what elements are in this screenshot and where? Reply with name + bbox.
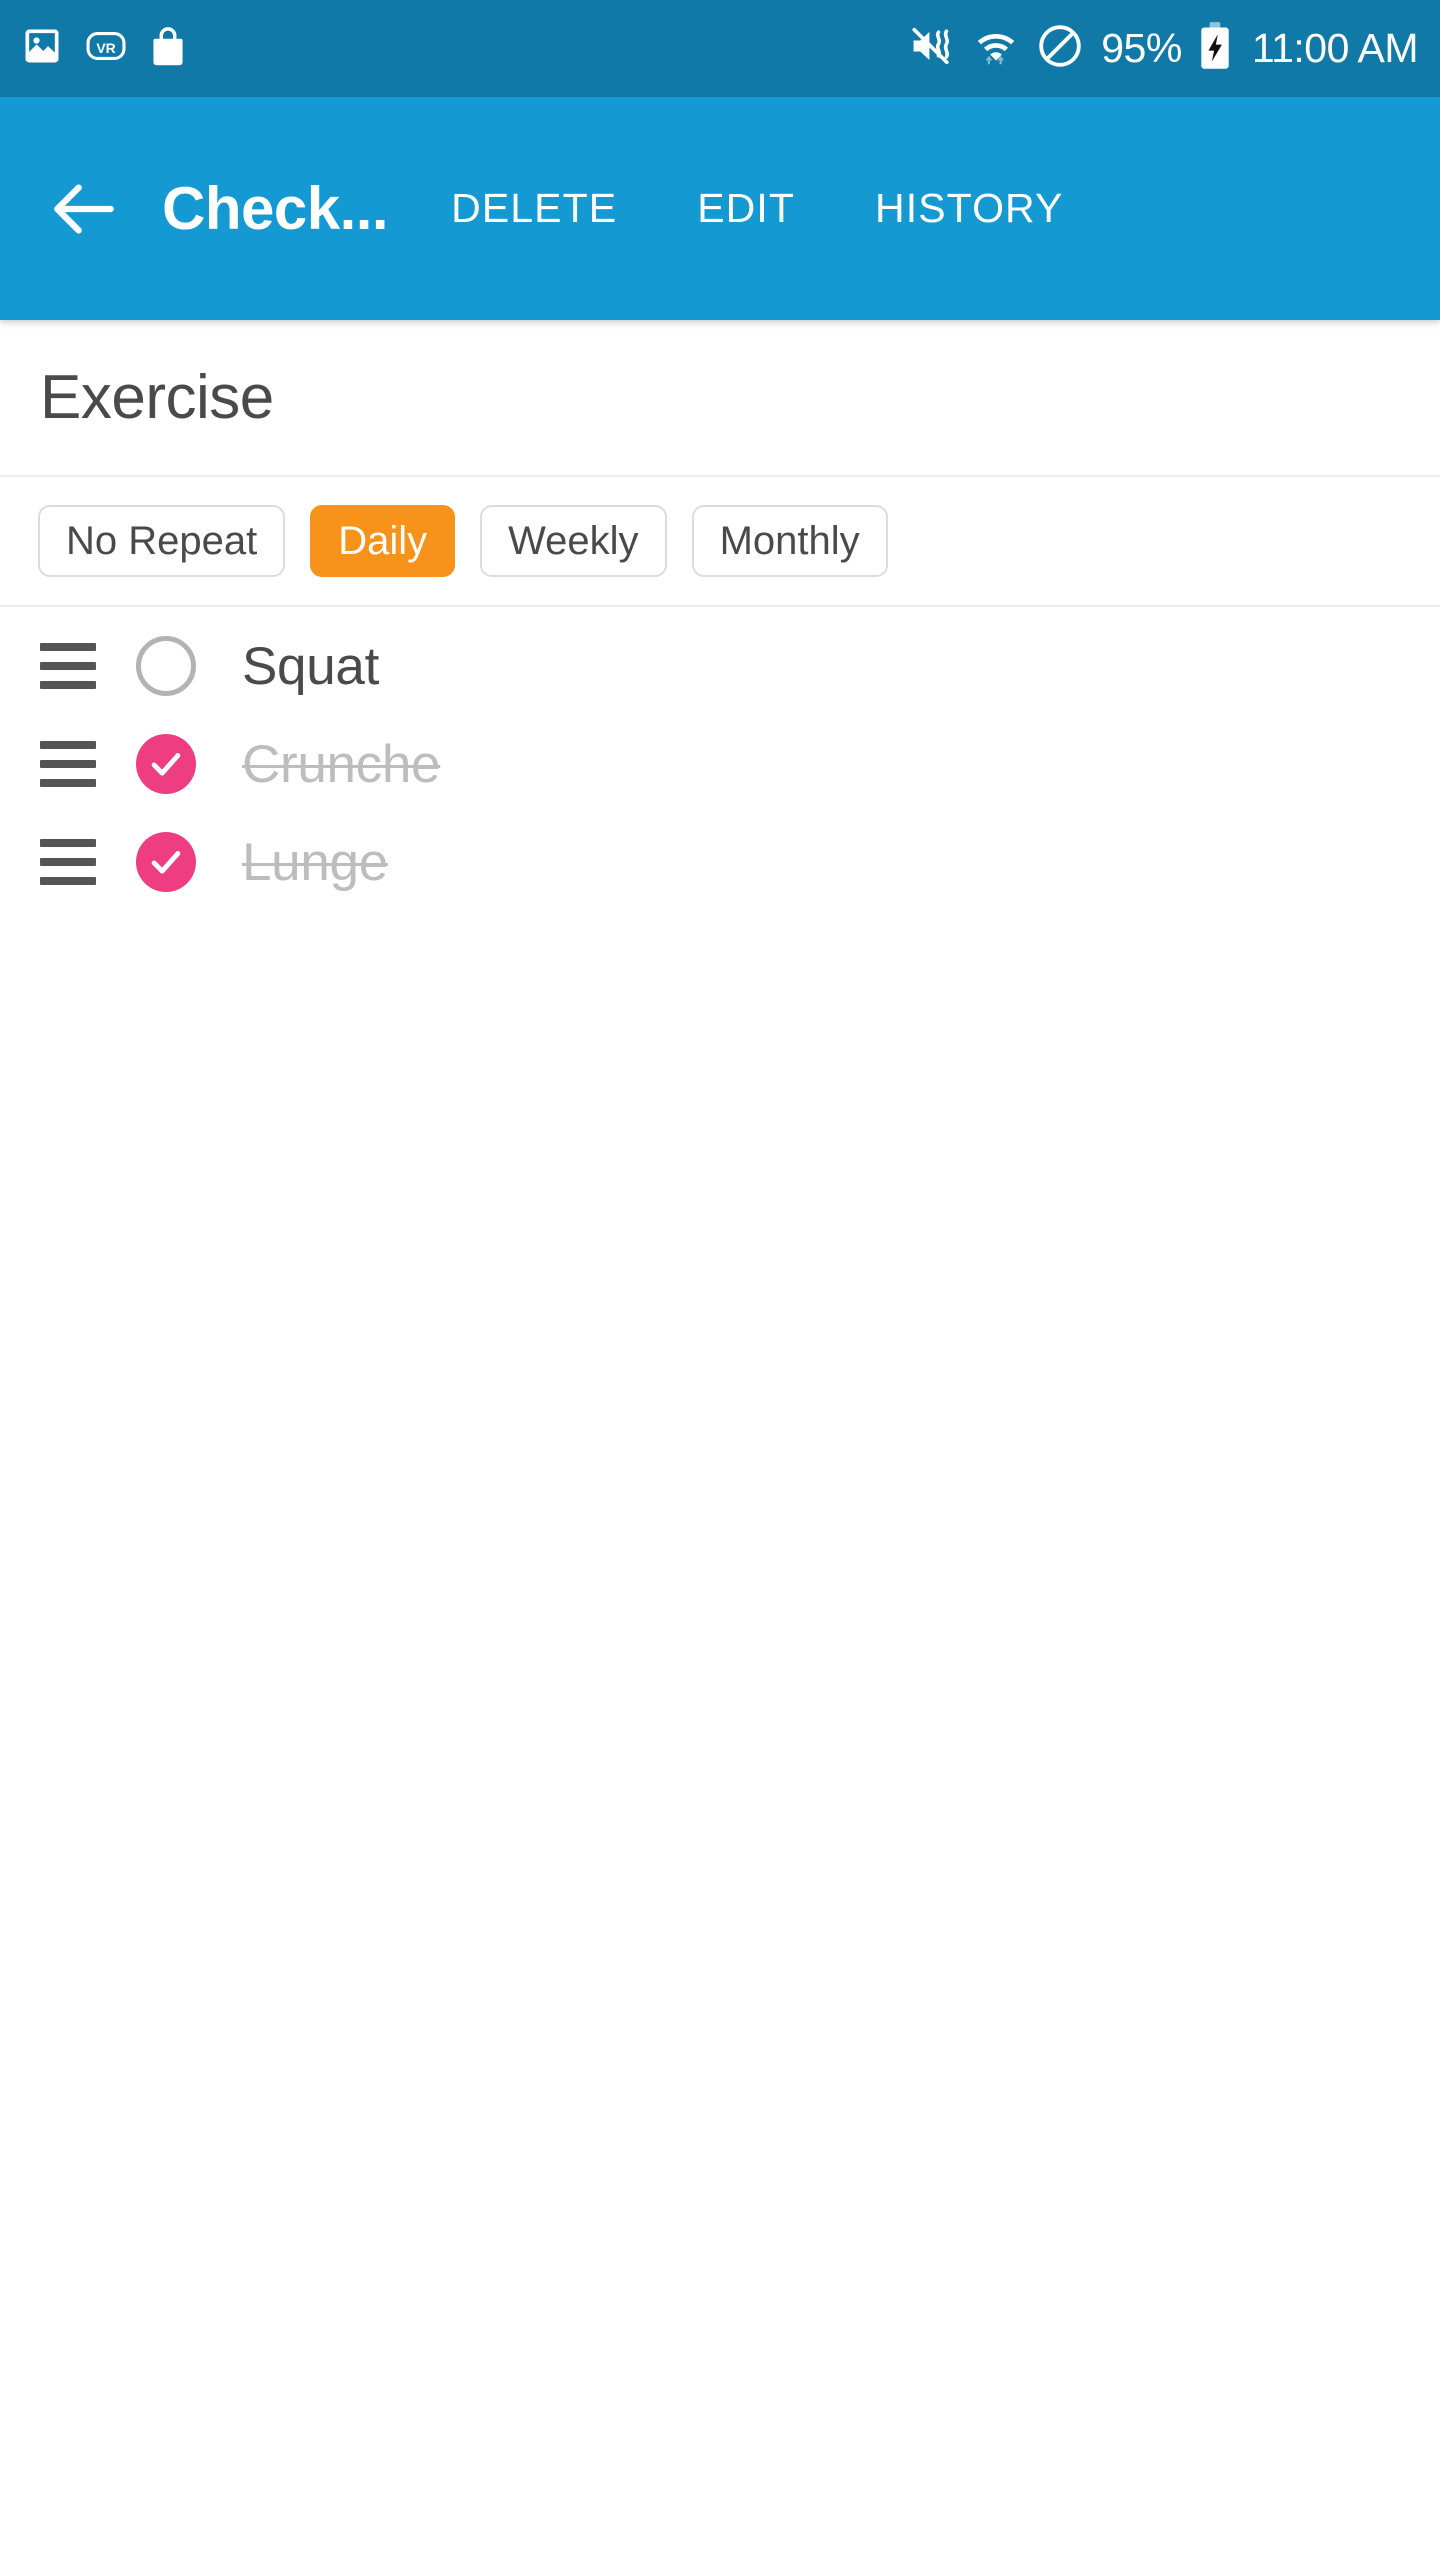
chip-monthly[interactable]: Monthly [691, 505, 888, 577]
check-icon [151, 752, 181, 776]
list-item[interactable]: Crunche [0, 715, 1440, 813]
list-item-label: Squat [242, 636, 380, 696]
back-button[interactable] [36, 161, 132, 257]
status-bar-right-icons: 95% 11:00 AM [908, 21, 1419, 76]
battery-percent-label: 95% [1101, 25, 1182, 71]
delete-button[interactable]: DELETE [438, 165, 630, 252]
app-bar: Check... DELETE EDIT HISTORY [0, 97, 1440, 320]
list-item-label: Crunche [242, 734, 441, 794]
do-not-disturb-icon [1036, 22, 1084, 75]
vr-icon: VR [84, 24, 128, 73]
battery-charging-icon [1199, 21, 1231, 76]
section-title: Exercise [40, 363, 274, 432]
arrow-left-icon [54, 184, 114, 233]
drag-handle-icon[interactable] [40, 741, 96, 787]
checklist: Squat Crunche Lunge [0, 607, 1440, 911]
chip-no-repeat[interactable]: No Repeat [38, 505, 286, 577]
svg-text:VR: VR [96, 40, 115, 56]
status-bar: VR 95% 11:00 AM [0, 0, 1440, 97]
edit-button[interactable]: EDIT [684, 165, 808, 252]
repeat-chips-row: No Repeat Daily Weekly Monthly [0, 477, 1440, 607]
page-title: Check... [162, 175, 389, 242]
drag-handle-icon[interactable] [40, 839, 96, 885]
chip-weekly[interactable]: Weekly [480, 505, 667, 577]
checkbox-checked[interactable] [136, 734, 196, 794]
list-item-label: Lunge [242, 832, 388, 892]
section-title-row: Exercise [0, 320, 1440, 477]
drag-handle-icon[interactable] [40, 643, 96, 689]
check-icon [151, 850, 181, 874]
shopping-bag-icon [148, 24, 188, 73]
history-button[interactable]: HISTORY [862, 165, 1076, 252]
image-icon [20, 24, 64, 73]
status-clock: 11:00 AM [1251, 25, 1419, 71]
wifi-icon [973, 22, 1019, 75]
mute-vibrate-icon [908, 22, 956, 75]
chip-daily[interactable]: Daily [310, 505, 456, 577]
status-bar-left-icons: VR [20, 24, 188, 73]
checkbox-unchecked[interactable] [136, 636, 196, 696]
list-item[interactable]: Squat [0, 617, 1440, 715]
list-item[interactable]: Lunge [0, 813, 1440, 911]
checkbox-checked[interactable] [136, 832, 196, 892]
